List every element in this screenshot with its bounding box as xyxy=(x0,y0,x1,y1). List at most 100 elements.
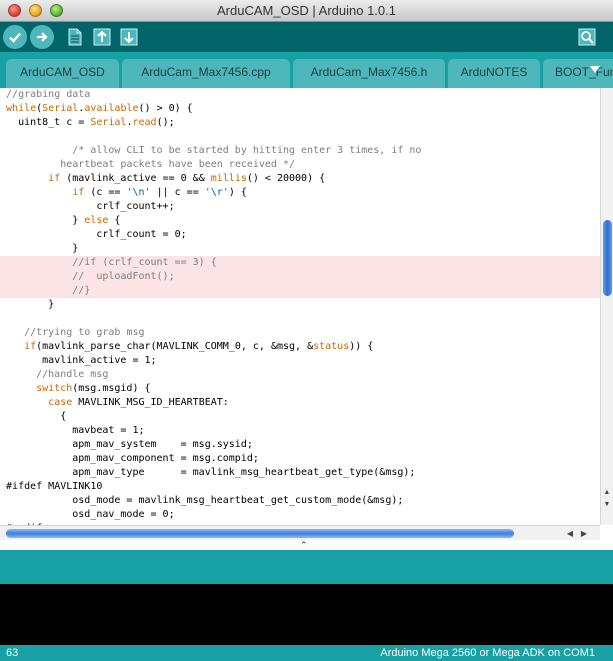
code-token: status xyxy=(313,341,350,352)
code-line: while(Serial.available() > 0) { xyxy=(0,102,600,116)
code-token: Serial xyxy=(42,103,79,114)
code-token: //trying to grab msg xyxy=(24,327,145,338)
tab-arducam-max7456-h[interactable]: ArduCam_Max7456.h xyxy=(293,59,445,88)
verify-button[interactable] xyxy=(3,25,27,49)
code-line: /* allow CLI to be started by hitting en… xyxy=(0,144,600,158)
new-document-icon xyxy=(68,28,82,46)
tab-arducam-osd[interactable]: ArduCAM_OSD xyxy=(6,59,119,88)
code-line: osd_mode = mavlink_msg_heartbeat_get_cus… xyxy=(0,494,600,508)
code-token: else xyxy=(84,215,109,226)
code-line: case MAVLINK_MSG_ID_HEARTBEAT: xyxy=(0,396,600,410)
open-button[interactable] xyxy=(90,25,114,49)
splitter[interactable]: ⌃ xyxy=(0,540,613,550)
upload-button[interactable] xyxy=(30,25,54,49)
new-button[interactable] xyxy=(63,25,87,49)
code-editor[interactable]: //grabing data while(Serial.available() … xyxy=(0,88,600,525)
code-token: //} xyxy=(72,285,91,296)
code-token: millis xyxy=(210,173,247,184)
code-token: if xyxy=(24,341,37,352)
tab-boot-func[interactable]: BOOT_Func xyxy=(543,59,613,88)
horizontal-scrollbar-thumb[interactable] xyxy=(6,529,514,538)
code-token: () < 20000) { xyxy=(246,173,326,184)
code-line: //} xyxy=(0,284,600,298)
code-token: heartbeat packets have been received */ xyxy=(60,159,296,170)
code-line: uint8_t c = Serial.read(); xyxy=(0,116,600,130)
code-token: } xyxy=(72,215,85,226)
code-line: switch(msg.msgid) { xyxy=(0,382,600,396)
tab-ardunotes[interactable]: ArduNOTES xyxy=(448,59,540,88)
scroll-up-arrow-icon[interactable]: ▲ xyxy=(601,488,613,498)
vertical-scrollbar[interactable]: ▲ ▼ xyxy=(600,88,613,525)
code-token: uint8_t c = xyxy=(18,117,91,128)
code-token: || c == xyxy=(150,187,205,198)
tab-menu-icon[interactable] xyxy=(590,66,600,73)
save-arrow-down-icon xyxy=(120,28,138,46)
code-token: (mavlink_active == 0 && xyxy=(60,173,211,184)
title-bar: ArduCAM_OSD | Arduino 1.0.1 xyxy=(0,0,613,22)
code-token: crlf_count = 0; xyxy=(96,229,187,240)
code-token: )) { xyxy=(349,341,374,352)
code-token: switch xyxy=(36,383,73,394)
code-token: { xyxy=(108,215,121,226)
line-number: 63 xyxy=(6,647,19,659)
code-line: mavbeat = 1; xyxy=(0,424,600,438)
code-line: heartbeat packets have been received */ xyxy=(0,158,600,172)
code-token: crlf_count++; xyxy=(96,201,175,212)
code-line: apm_mav_component = msg.compid; xyxy=(0,452,600,466)
code-token: apm_mav_type = mavlink_msg_heartbeat_get… xyxy=(72,467,416,478)
tab-arducam-max7456-cpp[interactable]: ArduCam_Max7456.cpp xyxy=(122,59,290,88)
arrow-right-icon xyxy=(37,32,48,42)
code-line: apm_mav_type = mavlink_msg_heartbeat_get… xyxy=(0,466,600,480)
code-line: if (mavlink_active == 0 && millis() < 20… xyxy=(0,172,600,186)
board-info: Arduino Mega 2560 or Mega ADK on COM1 xyxy=(380,647,595,659)
code-token: /* allow CLI to be started by hitting en… xyxy=(72,145,422,156)
scroll-left-arrow-icon[interactable]: ◀ xyxy=(564,527,576,540)
code-line: osd_nav_mode = 0; xyxy=(0,508,600,522)
code-line: { xyxy=(0,410,600,424)
status-bar: 63 Arduino Mega 2560 or Mega ADK on COM1 xyxy=(0,645,613,661)
code-token: '\n' xyxy=(126,187,151,198)
splitter-arrow-icon[interactable]: ⌃ xyxy=(300,540,308,550)
code-token: (msg.msgid) { xyxy=(72,383,151,394)
scroll-right-arrow-icon[interactable]: ▶ xyxy=(578,527,590,540)
code-token: //grabing data xyxy=(6,89,91,100)
vertical-scrollbar-thumb[interactable] xyxy=(603,220,612,296)
code-line: //trying to grab msg xyxy=(0,326,600,340)
code-line: //if (crlf_count == 3) { xyxy=(0,256,600,270)
code-line xyxy=(0,130,600,144)
save-button[interactable] xyxy=(117,25,141,49)
horizontal-scrollbar[interactable]: ◀ ▶ xyxy=(0,525,600,540)
code-token: } xyxy=(72,243,79,254)
magnifier-icon xyxy=(578,28,596,46)
serial-monitor-button[interactable] xyxy=(575,25,599,49)
code-line: // uploadFont(); xyxy=(0,270,600,284)
code-token: available xyxy=(84,103,139,114)
code-line: crlf_count++; xyxy=(0,200,600,214)
code-token: Serial xyxy=(90,117,127,128)
scroll-down-arrow-icon[interactable]: ▼ xyxy=(601,500,613,510)
code-line: //grabing data xyxy=(0,88,600,102)
code-token: () > 0) { xyxy=(138,103,193,114)
code-line: } xyxy=(0,298,600,312)
code-token: MAVLINK_MSG_ID_HEARTBEAT: xyxy=(72,397,229,408)
code-token: apm_mav_system = msg.sysid; xyxy=(72,439,253,450)
